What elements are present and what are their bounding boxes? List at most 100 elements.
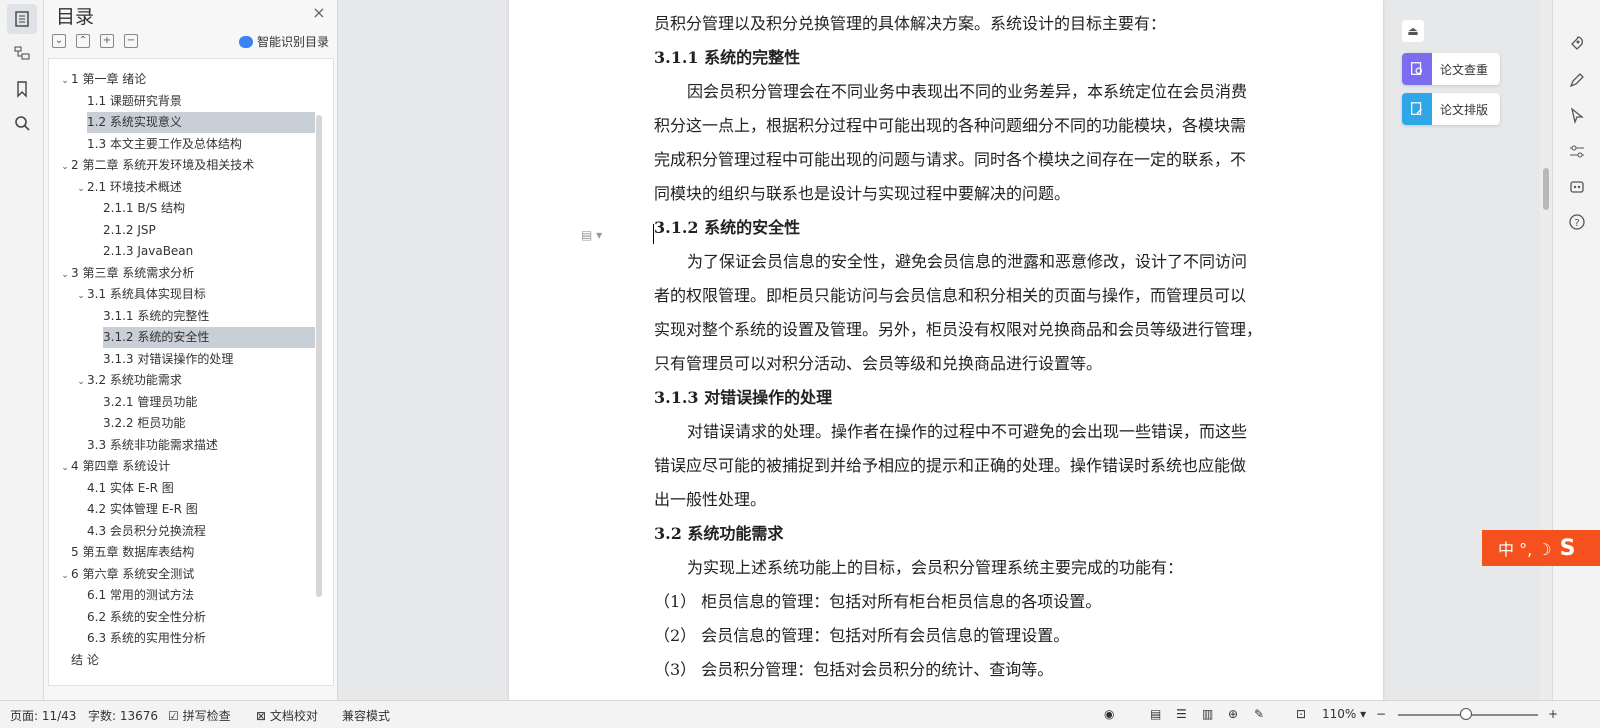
paragraph-line[interactable]: 者的权限管理。即柜员只能访问与会员信息和积分相关的页面与操作，而管理员可以 <box>654 284 1246 308</box>
ime-label: 中 °, ☽ <box>1498 540 1552 559</box>
section-heading[interactable]: 3.2 系统功能需求 <box>654 522 783 546</box>
compat-mode-label: 兼容模式 <box>342 709 391 723</box>
toc-item[interactable]: 2.1.2 JSP <box>103 220 315 241</box>
toc-item[interactable]: ⌄ 3.1 系统具体实现目标 <box>75 284 315 305</box>
collapse-toolbar-icon[interactable]: ⏏ <box>1402 20 1424 42</box>
paragraph-line[interactable]: （2） 会员信息的管理：包括对所有会员信息的管理设置。 <box>654 624 1069 648</box>
pointer-icon[interactable] <box>1567 106 1587 126</box>
paragraph-line[interactable]: 完成积分管理过程中可能出现的问题与请求。同时各个模块之间存在一定的联系，不 <box>654 148 1246 172</box>
outline-view-icon[interactable]: ☰ <box>1176 707 1187 721</box>
toc-item[interactable]: 4.2 实体管理 E-R 图 <box>87 499 315 520</box>
scrollbar-thumb[interactable] <box>1543 168 1549 210</box>
paragraph-line[interactable]: 同模块的组织与联系也是设计与实现过程中要解决的问题。 <box>654 182 1070 206</box>
paragraph-line[interactable]: 员积分管理以及积分兑换管理的具体解决方案。系统设计的目标主要有： <box>654 12 1166 36</box>
paragraph-line[interactable]: 实现对整个系统的设置及管理。另外，柜员没有权限对兑换商品和会员等级进行管理， <box>654 318 1262 342</box>
zoom-slider-handle[interactable] <box>1460 708 1472 720</box>
page-count[interactable]: 页面: 11/43 <box>10 707 76 724</box>
toc-item[interactable]: 6.2 系统的安全性分析 <box>87 607 315 628</box>
section-heading[interactable]: 3.1.2 系统的安全性 <box>654 216 800 240</box>
toc-item[interactable]: ⌄ 6 第六章 系统安全测试 <box>59 564 315 585</box>
toc-item[interactable]: 1.1 课题研究背景 <box>87 91 315 112</box>
toc-item-label: 1.1 课题研究背景 <box>87 93 182 108</box>
collapse-all-icon[interactable]: ⌄ <box>52 34 66 48</box>
navigation-tree-icon[interactable] <box>7 38 37 68</box>
toc-item[interactable]: 3.3 系统非功能需求描述 <box>87 435 315 456</box>
toc-item[interactable]: 2.1.1 B/S 结构 <box>103 198 315 219</box>
toc-item[interactable]: 4.3 会员积分兑换流程 <box>87 521 315 542</box>
pen-icon[interactable] <box>1567 70 1587 90</box>
toc-panel-icon[interactable] <box>7 4 37 34</box>
document-scrollbar[interactable] <box>1540 0 1552 700</box>
toc-item[interactable]: 3.1.1 系统的完整性 <box>103 306 315 327</box>
toc-item[interactable]: ⌄ 3.2 系统功能需求 <box>75 370 315 391</box>
toc-item[interactable]: ⌄ 3 第三章 系统需求分析 <box>59 263 315 284</box>
zoom-out-button[interactable]: − <box>1376 707 1386 721</box>
toc-scrollbar[interactable] <box>316 115 322 597</box>
toc-item[interactable]: 3.2.2 柜员功能 <box>103 413 315 434</box>
paper-format-button[interactable]: 论文排版 <box>1402 93 1500 125</box>
write-view-icon[interactable]: ✎ <box>1254 707 1264 721</box>
paragraph-line[interactable]: 积分这一点上，根据积分过程中可能出现的各种问题细分不同的功能模块，各模块需 <box>654 114 1246 138</box>
ime-widget[interactable]: 中 °, ☽ S <box>1482 530 1600 566</box>
toc-item[interactable]: 结 论 <box>71 650 315 671</box>
web-view-icon[interactable]: ⊕ <box>1228 707 1238 721</box>
toc-item[interactable]: 1.3 本文主要工作及总体结构 <box>87 134 315 155</box>
paragraph-line[interactable]: 为实现上述系统功能上的目标，会员积分管理系统主要完成的功能有： <box>687 556 1183 580</box>
toc-item[interactable]: 6.3 系统的实用性分析 <box>87 628 315 649</box>
toc-item[interactable]: 4.1 实体 E-R 图 <box>87 478 315 499</box>
toc-item[interactable]: 3.1.2 系统的安全性 <box>103 327 315 348</box>
toc-item[interactable]: 6.1 常用的测试方法 <box>87 585 315 606</box>
paragraph-line[interactable]: 对错误请求的处理。操作者在操作的过程中不可避免的会出现一些错误，而这些 <box>687 420 1247 444</box>
chevron-down-icon[interactable]: ⌄ <box>59 71 71 92</box>
chevron-down-icon[interactable]: ⌄ <box>59 157 71 178</box>
expand-all-icon[interactable]: ⌃ <box>76 34 90 48</box>
chevron-down-icon[interactable]: ⌄ <box>59 265 71 286</box>
chevron-down-icon[interactable]: ⌄ <box>75 372 87 393</box>
section-heading[interactable]: 3.1.3 对错误操作的处理 <box>654 386 832 410</box>
read-view-icon[interactable]: ▥ <box>1202 707 1213 721</box>
rocket-icon[interactable] <box>1567 34 1587 54</box>
adjust-icon[interactable] <box>1567 142 1587 162</box>
section-heading[interactable]: 3.1.1 系统的完整性 <box>654 46 800 70</box>
paper-check-button[interactable]: 论文查重 <box>1402 53 1500 85</box>
toc-item[interactable]: 3.2.1 管理员功能 <box>103 392 315 413</box>
paragraph-line[interactable]: 因会员积分管理会在不同业务中表现出不同的业务差异，本系统定位在会员消费 <box>687 80 1247 104</box>
toc-item[interactable]: 2.1.3 JavaBean <box>103 241 315 262</box>
document-page[interactable]: ▤ ▾ 员积分管理以及积分兑换管理的具体解决方案。系统设计的目标主要有： 3.1.… <box>509 0 1383 700</box>
toc-item[interactable]: ⌄ 2 第二章 系统开发环境及相关技术 <box>59 155 315 176</box>
page-view-icon[interactable]: ▤ <box>1150 707 1161 721</box>
search-icon[interactable] <box>7 108 37 138</box>
paragraph-line[interactable]: 为了保证会员信息的安全性，避免会员信息的泄露和恶意修改，设计了不同访问 <box>687 250 1247 274</box>
word-count[interactable]: 字数: 13676 <box>88 707 158 724</box>
toc-item[interactable]: 1.2 系统实现意义 <box>87 112 315 133</box>
paragraph-layout-icon[interactable]: ▤ ▾ <box>581 228 602 242</box>
paragraph-line[interactable]: 错误应尽可能的被捕捉到并给予相应的提示和正确的处理。操作错误时系统也应能做 <box>654 454 1246 478</box>
ai-robot-icon[interactable] <box>1567 176 1587 196</box>
chevron-down-icon[interactable]: ⌄ <box>75 179 87 200</box>
fit-page-icon[interactable]: ⊡ <box>1296 707 1306 721</box>
help-icon[interactable]: ? <box>1567 212 1587 232</box>
zoom-in-button[interactable]: + <box>1548 707 1558 721</box>
paragraph-line[interactable]: 出一般性处理。 <box>654 488 766 512</box>
remove-heading-icon[interactable]: − <box>124 34 138 48</box>
chevron-down-icon[interactable]: ⌄ <box>75 286 87 307</box>
spell-check-label: 拼写检查 <box>182 709 231 723</box>
paragraph-line[interactable]: （3） 会员积分管理：包括对会员积分的统计、查询等。 <box>654 658 1053 682</box>
chevron-down-icon[interactable]: ⌄ <box>59 566 71 587</box>
bookmark-icon[interactable] <box>7 74 37 104</box>
spell-check-button[interactable]: ☑ 拼写检查 <box>168 707 231 724</box>
toc-item[interactable]: ⌄ 2.1 环境技术概述 <box>75 177 315 198</box>
zoom-level[interactable]: 110% ▾ <box>1322 707 1366 721</box>
paragraph-line[interactable]: 只有管理员可以对积分活动、会员等级和兑换商品进行设置等。 <box>654 352 1102 376</box>
proofread-button[interactable]: ⊠ 文档校对 <box>256 707 318 724</box>
ai-toc-button[interactable]: 智能识别目录 <box>238 33 329 50</box>
toc-item[interactable]: 3.1.3 对错误操作的处理 <box>103 349 315 370</box>
close-icon[interactable]: × <box>311 5 327 21</box>
paragraph-line[interactable]: （1） 柜员信息的管理：包括对所有柜台柜员信息的各项设置。 <box>654 590 1101 614</box>
toc-item[interactable]: ⌄ 4 第四章 系统设计 <box>59 456 315 477</box>
toc-item[interactable]: ⌄ 1 第一章 绪论 <box>59 69 315 90</box>
chevron-down-icon[interactable]: ⌄ <box>59 458 71 479</box>
add-heading-icon[interactable]: + <box>100 34 114 48</box>
toc-item[interactable]: 5 第五章 数据库表结构 <box>71 542 315 563</box>
eye-protection-icon[interactable]: ◉ <box>1104 707 1114 721</box>
